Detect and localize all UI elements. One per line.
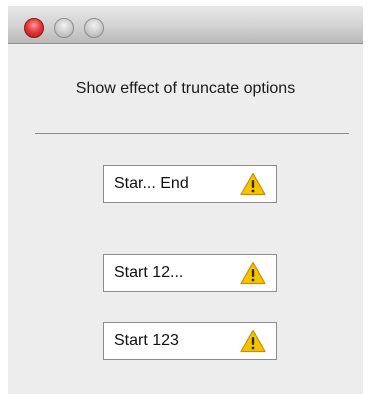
button-label: Start 12... <box>114 264 184 281</box>
warning-icon <box>240 172 266 196</box>
separator-line <box>35 133 349 134</box>
no-truncate-button[interactable]: Start 123 <box>103 322 277 360</box>
page-title: Show effect of truncate options <box>75 80 296 97</box>
title-bar[interactable] <box>8 6 363 44</box>
zoom-window-button[interactable] <box>84 18 104 38</box>
warning-icon <box>240 261 266 285</box>
truncate-tail-button[interactable]: Start 12... <box>103 254 277 292</box>
minimize-window-button[interactable] <box>54 18 74 38</box>
button-label: Star... End <box>114 175 189 192</box>
button-label: Start 123 <box>114 332 179 349</box>
warning-icon <box>240 329 266 353</box>
truncate-middle-button[interactable]: Star... End <box>103 165 277 203</box>
app-window: Show effect of truncate options Star... … <box>8 6 363 394</box>
close-window-button[interactable] <box>24 18 44 38</box>
